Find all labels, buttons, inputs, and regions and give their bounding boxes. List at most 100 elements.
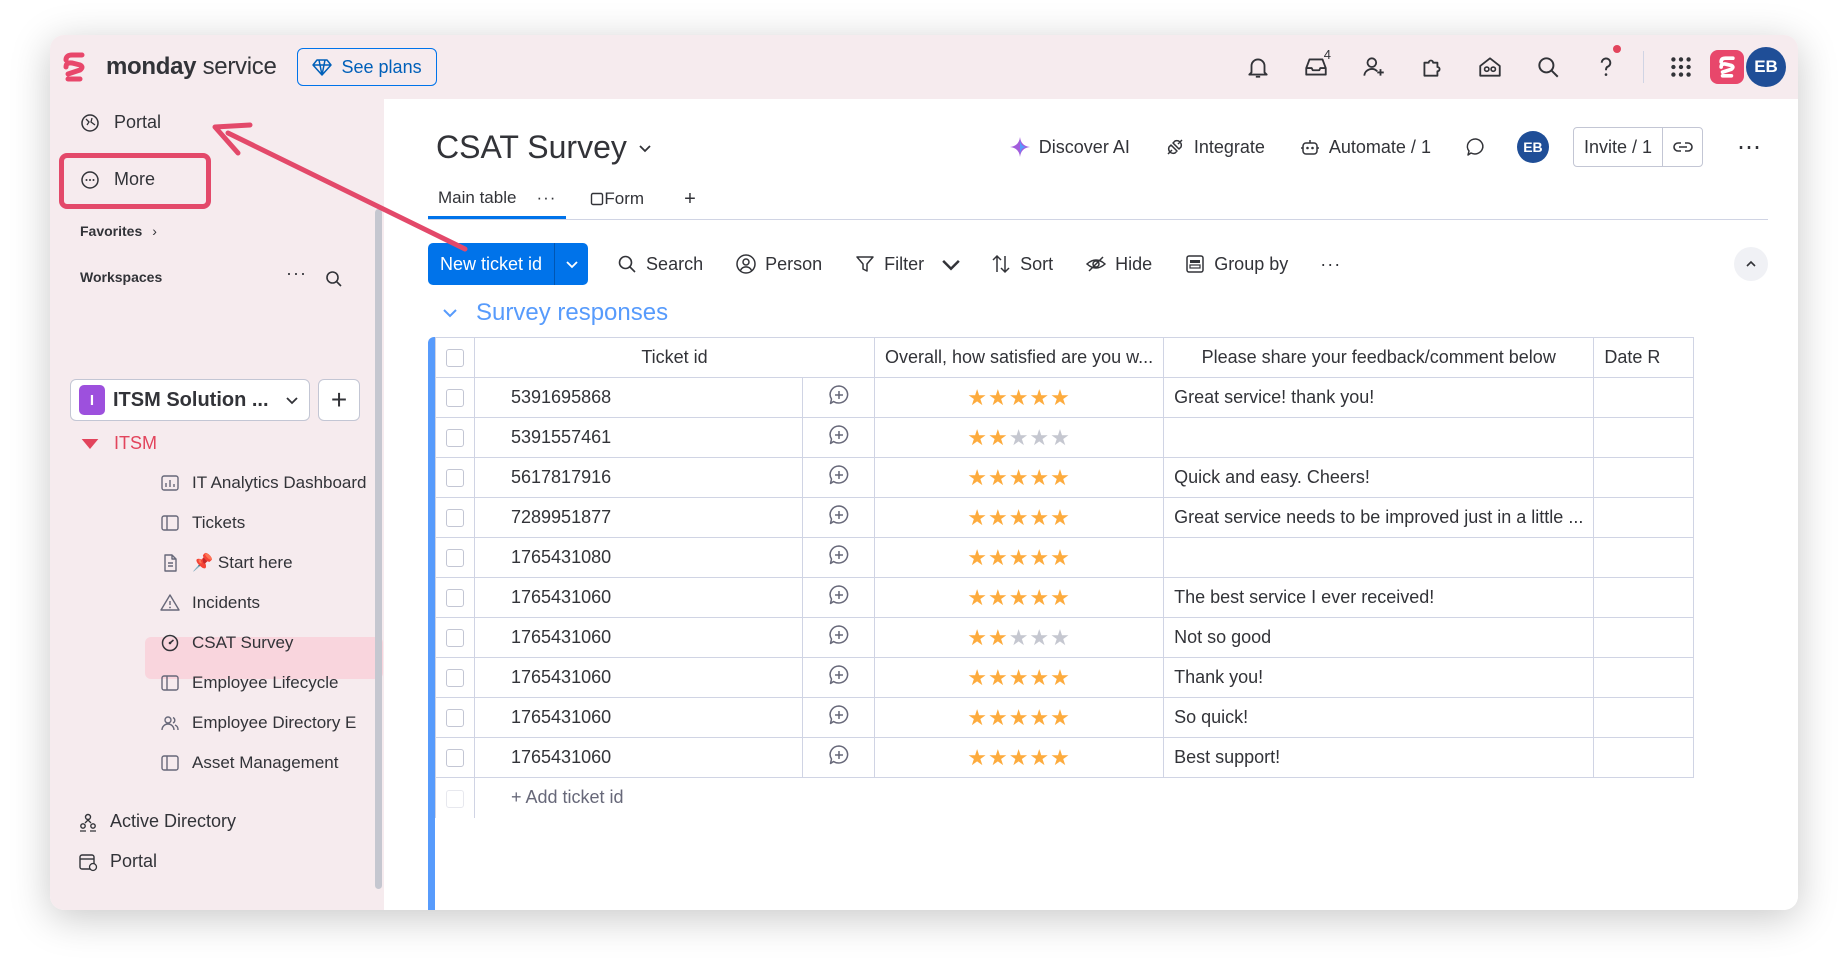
row-checkbox[interactable] [446,589,464,608]
add-update-cell[interactable] [802,737,875,778]
select-all-checkbox[interactable] [446,349,464,368]
add-update-cell[interactable] [802,377,875,418]
table-row[interactable]: 1765431060 ★★★★★ So quick! [435,697,1695,738]
sidebar-board-item[interactable]: IT Analytics Dashboard [160,473,367,493]
star-icon[interactable]: ★ [1050,665,1071,690]
star-icon[interactable]: ★ [967,665,988,690]
row-checkbox[interactable] [446,549,464,568]
help-button[interactable] [1577,35,1635,99]
row-checkbox[interactable] [446,749,464,768]
add-update-cell[interactable] [802,537,875,578]
date-cell[interactable] [1593,697,1695,738]
rating-cell[interactable]: ★★★★★ [873,657,1165,698]
table-row[interactable]: 5391695868 ★★★★★ Great service! thank you! [435,377,1695,418]
star-icon[interactable]: ★ [1009,625,1030,650]
star-icon[interactable]: ★ [967,705,988,730]
star-icon[interactable]: ★ [967,745,988,770]
filter-tool[interactable]: Filter [854,253,962,275]
sort-tool[interactable]: Sort [990,253,1053,275]
row-checkbox[interactable] [446,669,464,688]
rating-cell[interactable]: ★★★★★ [873,417,1165,458]
tab-form[interactable]: Form [580,179,654,219]
date-cell[interactable] [1593,457,1695,498]
automate-button[interactable]: Automate / 1 [1299,136,1431,158]
star-icon[interactable]: ★ [1029,625,1050,650]
star-icon[interactable]: ★ [1029,505,1050,530]
notifications-button[interactable] [1229,35,1287,99]
star-icon[interactable]: ★ [1050,465,1071,490]
table-row[interactable]: 7289951877 ★★★★★ Great service needs to be… [435,497,1695,538]
date-cell[interactable] [1593,377,1695,418]
feedback-cell[interactable]: Thank you! [1163,657,1595,698]
star-icon[interactable]: ★ [1029,465,1050,490]
feedback-cell[interactable]: Quick and easy. Cheers! [1163,457,1595,498]
tab-main-table[interactable]: Main table ··· [428,179,567,219]
star-icon[interactable]: ★ [1050,385,1071,410]
date-cell[interactable] [1593,617,1695,658]
sidebar-item-portal[interactable]: Portal [80,112,161,133]
user-avatar[interactable]: EB [1746,47,1786,87]
add-update-cell[interactable] [802,497,875,538]
rating-cell[interactable]: ★★★★★ [873,457,1165,498]
workspaces-search-button[interactable] [324,269,344,289]
invite-members-button[interactable] [1345,35,1403,99]
row-checkbox[interactable] [446,509,464,528]
apps-button[interactable] [1403,35,1461,99]
star-icon[interactable]: ★ [967,425,988,450]
feedback-cell[interactable]: Great service needs to be improved just … [1163,497,1595,538]
table-row[interactable]: 1765431060 ★★★★★ The best service I ever r… [435,577,1695,618]
sidebar-board-item[interactable]: Tickets [160,513,245,533]
integrate-button[interactable]: Integrate [1164,136,1265,158]
sidebar-scrollbar[interactable] [375,209,382,889]
star-icon[interactable]: ★ [1029,425,1050,450]
column-header-date[interactable]: Date R [1593,337,1695,378]
star-icon[interactable]: ★ [1009,585,1030,610]
favorites-header[interactable]: Favorites › [80,223,157,239]
table-row[interactable]: 1765431060 ★★★★★ Thank you! [435,657,1695,698]
table-row[interactable]: 5617817916 ★★★★★ Quick and easy. Cheers! [435,457,1695,498]
date-cell[interactable] [1593,577,1695,618]
sidebar-board-item[interactable]: Employee Lifecycle [160,673,338,693]
ticket-id-cell[interactable]: 1765431060 [474,617,803,658]
feedback-cell[interactable] [1163,417,1595,458]
sidebar-board-item[interactable]: Asset Management [160,753,338,773]
rating-cell[interactable]: ★★★★★ [873,697,1165,738]
collapse-header-button[interactable] [1734,247,1768,281]
add-update-cell[interactable] [802,417,875,458]
star-icon[interactable]: ★ [988,425,1009,450]
star-icon[interactable]: ★ [988,705,1009,730]
ticket-id-cell[interactable]: 1765431060 [474,697,803,738]
date-cell[interactable] [1593,737,1695,778]
table-row[interactable]: 1765431080 ★★★★★ [435,537,1695,578]
star-icon[interactable]: ★ [1029,385,1050,410]
feedback-cell[interactable]: Not so good [1163,617,1595,658]
chevron-down-icon[interactable] [940,253,962,275]
board-member-avatar[interactable]: EB [1516,131,1549,163]
ticket-id-cell[interactable]: 5617817916 [474,457,803,498]
add-update-cell[interactable] [802,617,875,658]
sidebar-item-more[interactable]: More [80,169,155,190]
star-icon[interactable]: ★ [1029,705,1050,730]
star-icon[interactable]: ★ [1029,745,1050,770]
sidebar-board-item[interactable]: Employee Directory E [160,713,356,733]
add-view-button[interactable]: + [674,179,706,219]
date-cell[interactable] [1593,497,1695,538]
row-checkbox[interactable] [446,429,464,448]
star-icon[interactable]: ★ [967,505,988,530]
add-item-button[interactable]: + [318,379,360,421]
row-checkbox[interactable] [446,709,464,728]
table-row[interactable]: 1765431060 ★★★★★ Best support! [435,737,1695,778]
star-icon[interactable]: ★ [967,585,988,610]
service-app-icon[interactable] [1710,50,1744,84]
new-item-dropdown[interactable] [554,243,588,285]
rating-cell[interactable]: ★★★★★ [873,497,1165,538]
column-header-rating[interactable]: Overall, how satisfied are you w... [873,337,1165,378]
column-header-ticket-id[interactable]: Ticket id [474,337,875,378]
sidebar-board-item[interactable]: CSAT Survey [160,633,293,653]
discover-ai-button[interactable]: Discover AI [1009,136,1130,158]
row-checkbox[interactable] [446,629,464,648]
logo[interactable]: monday service [62,52,277,82]
folder-itsm[interactable]: ITSM [80,433,157,454]
workspace-selector[interactable]: I ITSM Solution ... [70,379,310,421]
add-item-row[interactable]: + Add ticket id [435,777,1694,818]
